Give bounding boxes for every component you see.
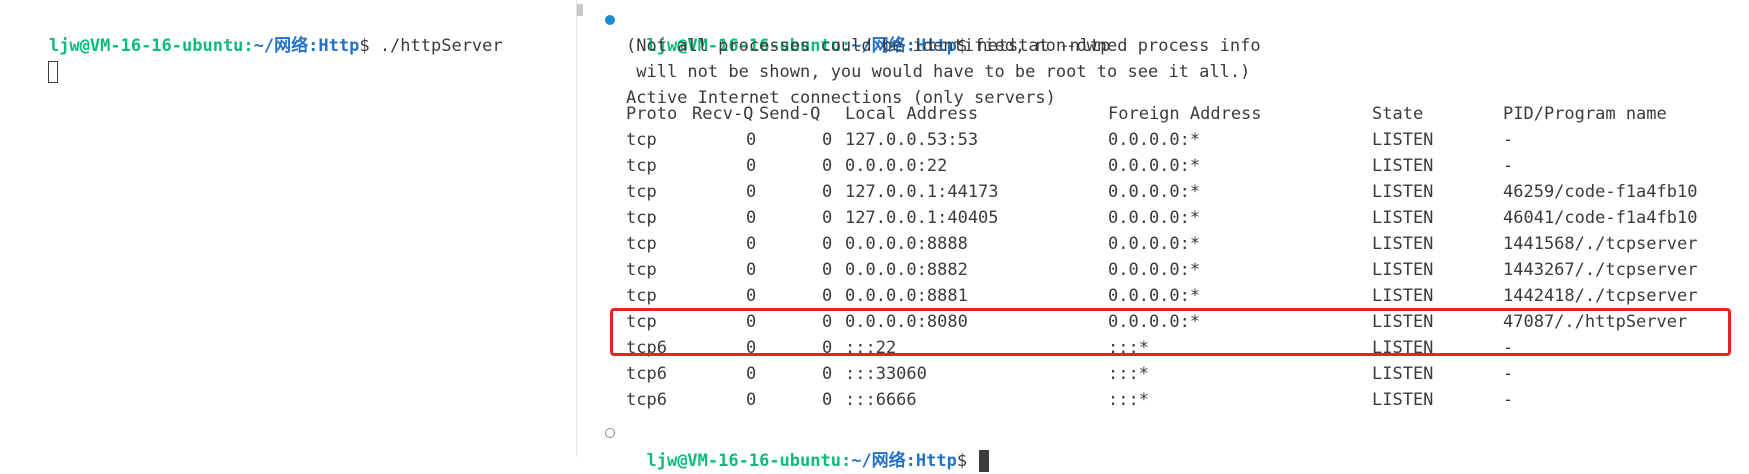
table-cell-state: LISTEN bbox=[1372, 156, 1434, 176]
table-cell-pid-program: 1442418/./tcpserver bbox=[1503, 286, 1698, 306]
table-cell-recv-q: 0 bbox=[746, 234, 757, 254]
table-cell-foreign-address: 0.0.0.0:* bbox=[1108, 156, 1201, 176]
table-cell-local-address: :::33060 bbox=[845, 364, 927, 384]
table-cell-foreign-address: 0.0.0.0:* bbox=[1108, 234, 1201, 254]
left-prompt-line: ljw@VM-16-16-ubuntu:~/网络:Http$ ./httpSer… bbox=[8, 7, 503, 85]
table-cell-proto: tcp bbox=[626, 156, 657, 176]
table-cell-state: LISTEN bbox=[1372, 130, 1434, 150]
table-cell-proto: tcp bbox=[626, 260, 657, 280]
table-cell-state: LISTEN bbox=[1372, 260, 1434, 280]
table-cell-pid-program: - bbox=[1503, 130, 1514, 150]
table-cell-local-address: 127.0.0.1:44173 bbox=[845, 182, 999, 202]
table-cell-send-q: 0 bbox=[822, 130, 833, 150]
info-line-3: Active Internet connections (only server… bbox=[626, 88, 1056, 108]
table-cell-send-q: 0 bbox=[822, 364, 833, 384]
table-cell-state: LISTEN bbox=[1372, 234, 1434, 254]
table-header-proto: Proto bbox=[626, 104, 678, 124]
table-cell-recv-q: 0 bbox=[746, 208, 757, 228]
table-cell-state: LISTEN bbox=[1372, 182, 1434, 202]
table-cell-foreign-address: 0.0.0.0:* bbox=[1108, 130, 1201, 150]
table-cell-proto: tcp6 bbox=[626, 364, 667, 384]
left-command: ./httpServer bbox=[379, 36, 503, 56]
table-header-foreign-address: Foreign Address bbox=[1108, 104, 1262, 124]
table-cell-pid-program: 46041/code-f1a4fb10 bbox=[1503, 208, 1698, 228]
table-cell-local-address: 0.0.0.0:8882 bbox=[845, 260, 968, 280]
table-cell-send-q: 0 bbox=[822, 208, 833, 228]
table-cell-local-address: :::6666 bbox=[845, 390, 917, 410]
table-cell-foreign-address: 0.0.0.0:* bbox=[1108, 208, 1201, 228]
prompt-symbol: $ bbox=[956, 451, 978, 471]
table-cell-send-q: 0 bbox=[822, 286, 833, 306]
table-cell-state: LISTEN bbox=[1372, 390, 1434, 410]
table-cell-foreign-address: :::* bbox=[1108, 364, 1149, 384]
terminal-cursor-icon bbox=[979, 450, 990, 472]
table-cell-local-address: 127.0.0.53:53 bbox=[845, 130, 979, 150]
table-cell-recv-q: 0 bbox=[746, 364, 757, 384]
table-header-local-address: Local Address bbox=[845, 104, 979, 124]
table-cell-recv-q: 0 bbox=[746, 390, 757, 410]
command-pending-icon[interactable] bbox=[605, 428, 615, 438]
table-cell-proto: tcp bbox=[626, 234, 657, 254]
table-cell-local-address: 0.0.0.0:22 bbox=[845, 156, 948, 176]
scrollbar-thumb[interactable] bbox=[577, 4, 583, 16]
table-cell-send-q: 0 bbox=[822, 156, 833, 176]
table-cell-pid-program: - bbox=[1503, 390, 1514, 410]
table-cell-foreign-address: 0.0.0.0:* bbox=[1108, 260, 1201, 280]
right-prompt-line-2: ljw@VM-16-16-ubuntu:~/网络:Http$ bbox=[626, 422, 990, 474]
table-cell-recv-q: 0 bbox=[746, 156, 757, 176]
table-cell-proto: tcp bbox=[626, 286, 657, 306]
pane-divider[interactable] bbox=[576, 0, 577, 457]
table-cell-local-address: 0.0.0.0:8888 bbox=[845, 234, 968, 254]
table-cell-proto: tcp6 bbox=[626, 390, 667, 410]
table-cell-pid-program: 46259/code-f1a4fb10 bbox=[1503, 182, 1698, 202]
terminal-cursor-icon bbox=[47, 61, 58, 83]
table-cell-send-q: 0 bbox=[822, 182, 833, 202]
table-cell-send-q: 0 bbox=[822, 390, 833, 410]
table-cell-foreign-address: 0.0.0.0:* bbox=[1108, 182, 1201, 202]
prompt-separator: : bbox=[840, 451, 852, 471]
table-cell-foreign-address: :::* bbox=[1108, 390, 1149, 410]
table-cell-pid-program: - bbox=[1503, 156, 1514, 176]
table-cell-recv-q: 0 bbox=[746, 130, 757, 150]
table-cell-pid-program: 1441568/./tcpserver bbox=[1503, 234, 1698, 254]
table-cell-recv-q: 0 bbox=[746, 260, 757, 280]
table-header-send-q: Send-Q bbox=[759, 104, 821, 124]
left-terminal-pane[interactable]: ljw@VM-16-16-ubuntu:~/网络:Http$ ./httpSer… bbox=[0, 0, 567, 457]
table-cell-recv-q: 0 bbox=[746, 286, 757, 306]
table-cell-foreign-address: 0.0.0.0:* bbox=[1108, 286, 1201, 306]
prompt-user: ljw@VM-16-16-ubuntu bbox=[646, 451, 841, 471]
table-header-state: State bbox=[1372, 104, 1424, 124]
highlight-box bbox=[610, 308, 1731, 356]
table-cell-pid-program: - bbox=[1503, 364, 1514, 384]
table-cell-recv-q: 0 bbox=[746, 182, 757, 202]
table-cell-proto: tcp bbox=[626, 130, 657, 150]
table-cell-local-address: 127.0.0.1:40405 bbox=[845, 208, 999, 228]
table-cell-state: LISTEN bbox=[1372, 364, 1434, 384]
table-cell-proto: tcp bbox=[626, 208, 657, 228]
table-header-pid-program: PID/Program name bbox=[1503, 104, 1667, 124]
table-header-recv-q: Recv-Q bbox=[692, 104, 754, 124]
prompt-symbol: $ bbox=[359, 36, 380, 56]
prompt-user: ljw@VM-16-16-ubuntu bbox=[48, 36, 244, 56]
info-line-2: will not be shown, you would have to be … bbox=[626, 62, 1251, 82]
prompt-path: ~/网络:Http bbox=[851, 451, 957, 471]
table-cell-state: LISTEN bbox=[1372, 286, 1434, 306]
table-cell-send-q: 0 bbox=[822, 234, 833, 254]
prompt-path: ~/网络:Http bbox=[253, 36, 360, 56]
table-cell-pid-program: 1443267/./tcpserver bbox=[1503, 260, 1698, 280]
table-cell-local-address: 0.0.0.0:8881 bbox=[845, 286, 968, 306]
prompt-separator: : bbox=[243, 36, 254, 56]
table-cell-send-q: 0 bbox=[822, 260, 833, 280]
info-line-1: (Not all processes could be identified, … bbox=[626, 36, 1261, 56]
table-cell-proto: tcp bbox=[626, 182, 657, 202]
table-cell-state: LISTEN bbox=[1372, 208, 1434, 228]
left-cursor-line bbox=[7, 33, 58, 111]
command-success-icon[interactable] bbox=[605, 15, 615, 25]
